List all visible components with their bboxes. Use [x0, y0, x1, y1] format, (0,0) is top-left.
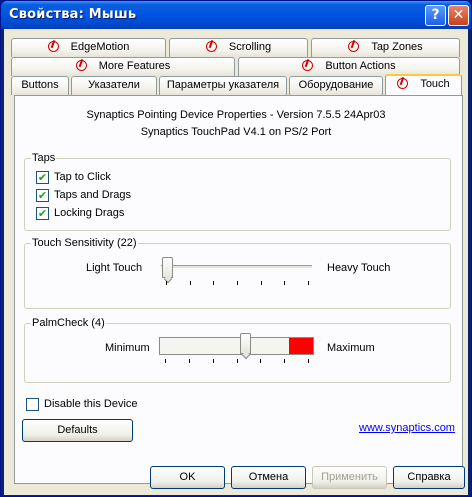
close-button[interactable]: ✕ [448, 5, 469, 26]
tab-buttons[interactable]: Buttons [11, 76, 69, 95]
touch-sensitivity-group [24, 243, 451, 309]
palmcheck-slider[interactable] [240, 333, 252, 354]
apply-button[interactable]: Применить [312, 466, 387, 489]
synaptics-icon [348, 41, 360, 52]
palmcheck-tick [260, 359, 262, 363]
tab-hardware[interactable]: Оборудование [289, 76, 383, 95]
palmcheck-label: PalmCheck (4) [31, 317, 106, 329]
palmcheck-tick [165, 359, 166, 363]
help-button[interactable]: ? [425, 5, 446, 26]
help-dialog-button[interactable]: Справка [393, 466, 465, 489]
synaptics-icon [397, 78, 409, 89]
locking-drags-checkbox[interactable]: ✔ [36, 207, 49, 220]
defaults-button[interactable]: Defaults [22, 419, 133, 442]
sensitivity-tick [308, 281, 309, 285]
device-info: Synaptics TouchPad V4.1 on PS/2 Port [140, 126, 332, 138]
tap-to-click-label: Tap to Click [54, 171, 111, 183]
sensitivity-tick [189, 281, 191, 285]
sensitivity-tick [213, 281, 215, 285]
synaptics-icon [47, 41, 59, 52]
tab-tap-zones[interactable]: Tap Zones [311, 38, 460, 57]
ok-button[interactable]: OK [150, 466, 225, 489]
tab-scrolling[interactable]: Scrolling [169, 38, 308, 57]
version-info: Synaptics Pointing Device Properties - V… [86, 109, 386, 121]
tab-pointer-options[interactable]: Параметры указателя [159, 76, 287, 95]
dialog-client: EdgeMotion Scrolling Tap Zones More Feat… [4, 29, 468, 495]
synaptics-icon [75, 60, 87, 71]
sensitivity-tick [284, 281, 286, 285]
tab-pointers[interactable]: Указатели [71, 76, 157, 95]
palmcheck-tick [212, 359, 214, 363]
title-bar[interactable]: Свойства: Мышь ? ✕ [1, 1, 471, 29]
palmcheck-indicator [289, 338, 313, 354]
sensitivity-track [161, 265, 312, 269]
palmcheck-tick [308, 359, 309, 363]
taps-group-label: Taps [31, 152, 57, 164]
disable-device-label: Disable this Device [44, 398, 138, 410]
synaptics-icon [205, 41, 217, 52]
palmcheck-minimum-label: Minimum [105, 342, 150, 354]
tab-touch[interactable]: Touch [385, 74, 462, 95]
sensitivity-tick [166, 281, 167, 285]
tap-to-click-checkbox[interactable]: ✔ [36, 171, 49, 184]
disable-device-checkbox[interactable] [26, 398, 39, 411]
cancel-button[interactable]: Отмена [231, 466, 306, 489]
tab-edgemotion[interactable]: EdgeMotion [11, 38, 166, 57]
synaptics-icon [302, 60, 314, 71]
palmcheck-tick [284, 359, 286, 363]
taps-and-drags-checkbox[interactable]: ✔ [36, 189, 49, 202]
sensitivity-tick [260, 281, 262, 285]
palmcheck-tick [236, 359, 238, 363]
taps-and-drags-label: Taps and Drags [54, 189, 132, 201]
heavy-touch-label: Heavy Touch [327, 262, 391, 274]
synaptics-link[interactable]: www.synaptics.com [359, 422, 455, 434]
sensitivity-tick [237, 281, 238, 285]
sensitivity-slider[interactable] [162, 257, 173, 278]
window-title: Свойства: Мышь [9, 7, 137, 22]
touch-sensitivity-label: Touch Sensitivity (22) [31, 237, 138, 249]
mouse-properties-window: Свойства: Мышь ? ✕ EdgeMotion Scrolling … [0, 0, 472, 497]
palmcheck-maximum-label: Maximum [327, 342, 375, 354]
palmcheck-tick [188, 359, 190, 363]
locking-drags-label: Locking Drags [54, 207, 125, 219]
tab-more-features[interactable]: More Features [11, 57, 235, 76]
light-touch-label: Light Touch [86, 262, 143, 274]
